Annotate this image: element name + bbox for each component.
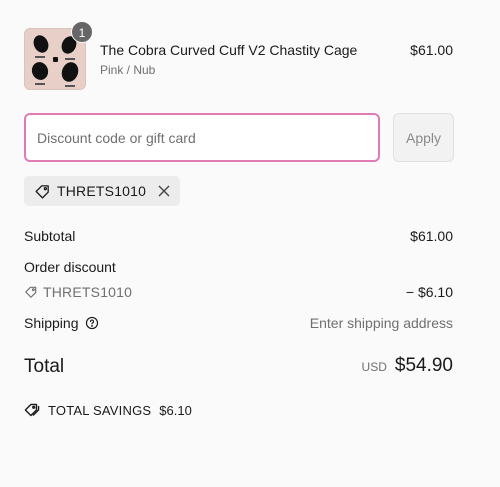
tag-icon bbox=[34, 183, 51, 200]
total-label: Total bbox=[24, 356, 65, 377]
tag-icon bbox=[24, 285, 38, 299]
product-title: The Cobra Curved Cuff V2 Chastity Cage bbox=[100, 42, 358, 58]
subtotal-value: $61.00 bbox=[410, 228, 453, 244]
product-variant: Pink / Nub bbox=[100, 63, 156, 77]
product-price: $61.00 bbox=[410, 42, 453, 58]
quantity-badge: 1 bbox=[71, 21, 93, 43]
savings-label: TOTAL SAVINGS bbox=[48, 402, 152, 418]
discount-code-row: THRETS1010 bbox=[24, 284, 132, 300]
applied-discount-tag: THRETS1010 bbox=[24, 176, 181, 206]
apply-button[interactable]: Apply bbox=[393, 113, 454, 162]
shipping-value: Enter shipping address bbox=[309, 315, 453, 331]
help-icon[interactable] bbox=[85, 316, 99, 330]
savings-value: $6.10 bbox=[159, 402, 192, 418]
total-amount: $54.90 bbox=[394, 355, 453, 376]
discount-value: − $6.10 bbox=[405, 284, 453, 300]
total-currency: USD bbox=[361, 360, 387, 374]
subtotal-label: Subtotal bbox=[24, 228, 76, 244]
applied-code-text: THRETS1010 bbox=[57, 183, 147, 199]
discount-code-input[interactable] bbox=[24, 113, 380, 162]
shipping-label-group: Shipping bbox=[24, 315, 99, 331]
order-discount-label: Order discount bbox=[24, 259, 116, 275]
total-savings: TOTAL SAVINGS $6.10 bbox=[24, 402, 192, 418]
shipping-label: Shipping bbox=[24, 315, 79, 331]
savings-tag-icon bbox=[24, 402, 42, 418]
remove-code-icon[interactable] bbox=[158, 185, 170, 197]
total-value-group: USD $54.90 bbox=[362, 355, 453, 377]
discount-code-label: THRETS1010 bbox=[43, 284, 133, 300]
